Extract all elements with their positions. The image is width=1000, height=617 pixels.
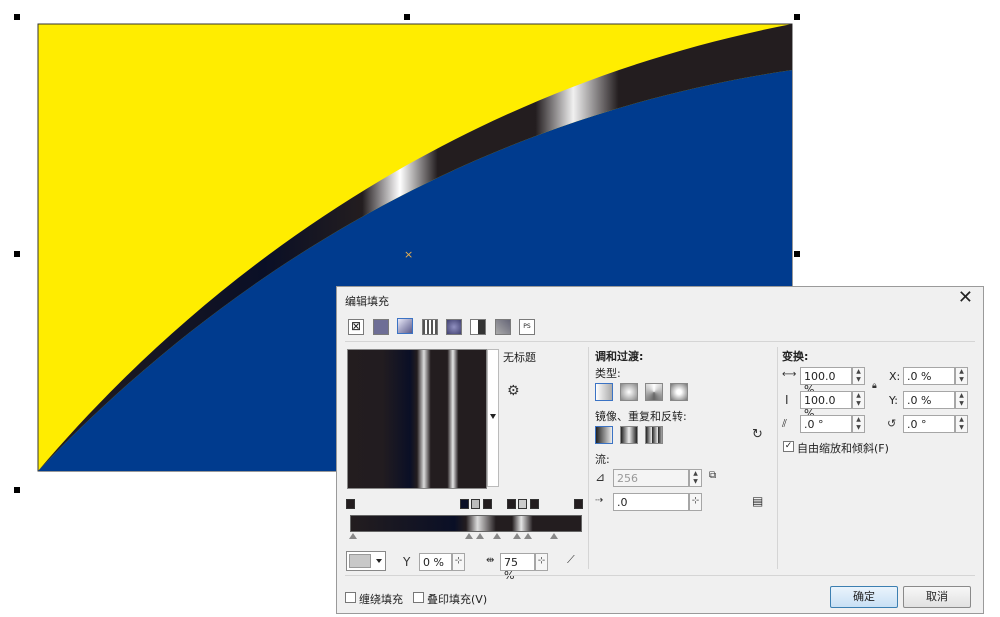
x-label: X: (889, 370, 901, 383)
free-transform-icon[interactable]: ⟋ (567, 553, 575, 567)
height-icon: I (785, 393, 789, 407)
dialog-title: 编辑填充 (345, 295, 389, 308)
rotate-icon: ↺ (887, 417, 897, 430)
midpoint-marker[interactable] (349, 533, 357, 539)
selection-handle[interactable] (14, 14, 20, 20)
steps-stepper[interactable]: ▲ ▼ (689, 469, 702, 487)
bitmap-pattern-icon[interactable] (446, 319, 462, 335)
wrap-fill-label: 缠绕填充 (359, 593, 403, 606)
color-stop[interactable] (483, 499, 492, 509)
acceleration-stepper[interactable]: ⊹ (689, 493, 702, 511)
selection-handle[interactable] (14, 251, 20, 257)
reflect-fill-button[interactable] (620, 426, 638, 444)
x-stepper[interactable]: ▲ ▼ (955, 367, 968, 385)
cancel-button[interactable]: 取消 (903, 586, 971, 608)
x-field[interactable]: .0 % (903, 367, 955, 385)
fill-name: 无标题 (503, 351, 536, 364)
lock-steps-icon[interactable]: ⧉ (709, 470, 716, 481)
y-stepper[interactable]: ▲ ▼ (955, 391, 968, 409)
transparency-stepper[interactable]: ⊹ (452, 553, 465, 571)
fill-preview (347, 349, 487, 489)
width-stepper[interactable]: ▲ ▼ (852, 367, 865, 385)
transform-heading: 变换: (782, 350, 809, 363)
vector-pattern-icon[interactable] (422, 319, 438, 335)
rotate-stepper[interactable]: ▲ ▼ (955, 415, 968, 433)
selection-handle[interactable] (794, 251, 800, 257)
blend-heading: 调和过渡: (595, 350, 644, 363)
no-fill-icon[interactable]: ⊠ (348, 319, 364, 335)
position-icon: ⇹ (486, 555, 495, 566)
skew-stepper[interactable]: ▲ ▼ (852, 415, 865, 433)
default-fill-button[interactable] (595, 426, 613, 444)
steps-field[interactable]: 256 (613, 469, 689, 487)
color-stop[interactable] (346, 499, 355, 509)
transparency-icon: Y (403, 555, 411, 569)
mirror-label: 镜像、重复和反转: (595, 410, 687, 423)
midpoint-marker[interactable] (465, 533, 473, 539)
conical-type-button[interactable] (645, 383, 663, 401)
two-color-pattern-icon[interactable] (470, 319, 486, 335)
edit-fill-dialog: 编辑填充 ✕ ⊠ PS 无标题 ⚙ Y 0 % ⊹ ⇹ 75 % ⊹ ⟋ 调和过… (336, 286, 984, 614)
color-stop[interactable] (471, 499, 480, 509)
node-color-picker[interactable] (346, 551, 386, 571)
y-label: Y: (889, 394, 898, 407)
height-field[interactable]: 100.0 % (800, 391, 852, 420)
fountain-fill-icon[interactable] (397, 318, 413, 334)
midpoint-marker[interactable] (513, 533, 521, 539)
width-icon: ⟷ (782, 369, 797, 380)
preview-dropdown[interactable] (487, 349, 499, 487)
color-stop[interactable] (574, 499, 583, 509)
free-scale-label: 自由缩放和倾斜(F) (797, 442, 889, 455)
overprint-label: 叠印填充(V) (427, 593, 488, 606)
square-type-button[interactable] (670, 383, 688, 401)
position-field[interactable]: 75 % (500, 553, 535, 582)
postscript-fill-icon[interactable]: PS (519, 319, 535, 335)
color-stop[interactable] (460, 499, 469, 509)
width-field[interactable]: 100.0 % (800, 367, 852, 396)
repeat-fill-button[interactable] (645, 426, 663, 444)
gradient-bar[interactable] (350, 515, 582, 532)
height-stepper[interactable]: ▲ ▼ (852, 391, 865, 409)
center-marker: × (404, 248, 413, 261)
acceleration-field[interactable]: .0 (613, 493, 689, 511)
transparency-field[interactable]: 0 % (419, 553, 452, 571)
swap-icon[interactable]: ↻ (752, 427, 763, 442)
color-stop[interactable] (518, 499, 527, 509)
lock-icon[interactable]: 🔒︎ (872, 381, 877, 391)
skew-field[interactable]: .0 ° (800, 415, 852, 433)
close-icon[interactable]: ✕ (958, 287, 973, 308)
midpoint-marker[interactable] (476, 533, 484, 539)
rotate-field[interactable]: .0 ° (903, 415, 955, 433)
midpoint-marker[interactable] (524, 533, 532, 539)
texture-fill-icon[interactable] (495, 319, 511, 335)
free-scale-checkbox[interactable]: ✓ (783, 441, 794, 452)
smooth-blend-icon[interactable]: ▤ (752, 494, 763, 508)
color-stop[interactable] (530, 499, 539, 509)
midpoint-marker[interactable] (493, 533, 501, 539)
blend-type-label: 类型: (595, 367, 621, 380)
uniform-fill-icon[interactable] (373, 319, 389, 335)
selection-handle[interactable] (14, 487, 20, 493)
y-field[interactable]: .0 % (903, 391, 955, 409)
overprint-checkbox[interactable] (413, 592, 424, 603)
linear-type-button[interactable] (595, 383, 613, 401)
steps-icon: ⊿ (595, 470, 606, 484)
acceleration-icon: ⇢ (595, 495, 604, 506)
midpoint-marker[interactable] (550, 533, 558, 539)
settings-icon[interactable]: ⚙ (507, 383, 520, 399)
selection-handle[interactable] (404, 14, 410, 20)
elliptical-type-button[interactable] (620, 383, 638, 401)
skew-icon: ⫽ (782, 417, 787, 430)
color-stop[interactable] (507, 499, 516, 509)
position-stepper[interactable]: ⊹ (535, 553, 548, 571)
wrap-fill-checkbox[interactable] (345, 592, 356, 603)
flow-label: 流: (595, 453, 610, 466)
selection-handle[interactable] (794, 14, 800, 20)
ok-button[interactable]: 确定 (830, 586, 898, 608)
